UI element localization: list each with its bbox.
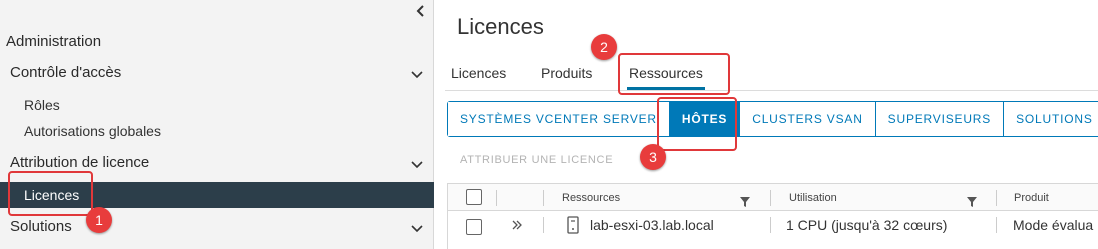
assign-license-button[interactable]: ATTRIBUER UNE LICENCE [460,154,613,166]
chevron-down-icon [410,221,424,233]
annotation-box-1 [8,171,93,216]
sidebar-item-roles[interactable]: Rôles [0,92,434,118]
segment-supervisors[interactable]: SUPERVISEURS [875,102,1005,136]
sidebar-group-label: Attribution de licence [10,154,150,171]
select-all-checkbox[interactable] [466,189,482,205]
annotation-box-3 [657,97,737,151]
sidebar-heading: Administration [6,33,102,50]
annotation-badge-1: 1 [86,207,112,233]
sidebar-item-label: Rôles [24,97,60,113]
sidebar-group-access-control[interactable]: Contrôle d'accès [0,59,434,87]
column-header-resources[interactable]: Ressources [562,192,620,204]
column-separator [543,190,544,206]
tab-products[interactable]: Produits [541,65,592,81]
sidebar-group-label: Contrôle d'accès [10,64,122,81]
sidebar: Administration Contrôle d'accès Rôles Au… [0,0,434,249]
sidebar-group-label: Solutions [10,218,72,235]
sidebar-item-global-permissions[interactable]: Autorisations globales [0,118,434,144]
column-header-usage[interactable]: Utilisation [789,192,837,204]
expand-row-icon[interactable] [510,218,524,237]
segment-vsan-clusters[interactable]: CLUSTERS VSAN [740,102,876,136]
filter-icon[interactable] [967,194,977,207]
column-separator [496,190,497,206]
annotation-badge-3: 3 [640,144,666,170]
row-resource-link[interactable]: lab-esxi-03.lab.local [590,217,714,233]
page-title: Licences [457,14,544,39]
sidebar-item-label: Autorisations globales [24,123,161,139]
annotation-box-2 [618,53,730,95]
host-server-icon [567,216,579,239]
filter-icon[interactable] [740,194,750,207]
annotation-badge-2: 2 [591,34,617,60]
column-separator [770,190,771,206]
column-separator [996,190,997,206]
main-panel: Licences Licences Produits Ressources SY… [435,0,1098,249]
segment-vcenter-systems[interactable]: SYSTÈMES VCENTER SERVER [448,102,670,136]
column-header-product[interactable]: Produit [1014,192,1049,204]
chevron-down-icon [410,67,424,79]
column-separator [543,217,544,233]
resource-type-segmented-control: SYSTÈMES VCENTER SERVER HÔTES CLUSTERS V… [447,101,1098,137]
table-header: Ressources Utilisation Produit [448,184,1098,211]
resources-table: Ressources Utilisation Produit lab-esxi-… [447,183,1098,249]
tabs-divider [445,90,1098,91]
row-checkbox[interactable] [466,219,482,235]
chevron-down-icon [410,157,424,169]
collapse-sidebar-icon[interactable] [412,2,430,20]
row-product: Mode évalua [1013,217,1094,233]
row-usage: 1 CPU (jusqu'à 32 cœurs) [786,217,948,233]
column-separator [770,217,771,233]
tab-licenses[interactable]: Licences [451,65,506,81]
sidebar-group-solutions[interactable]: Solutions [0,213,434,241]
segment-solutions[interactable]: SOLUTIONS [1004,102,1098,136]
column-separator [996,217,997,233]
